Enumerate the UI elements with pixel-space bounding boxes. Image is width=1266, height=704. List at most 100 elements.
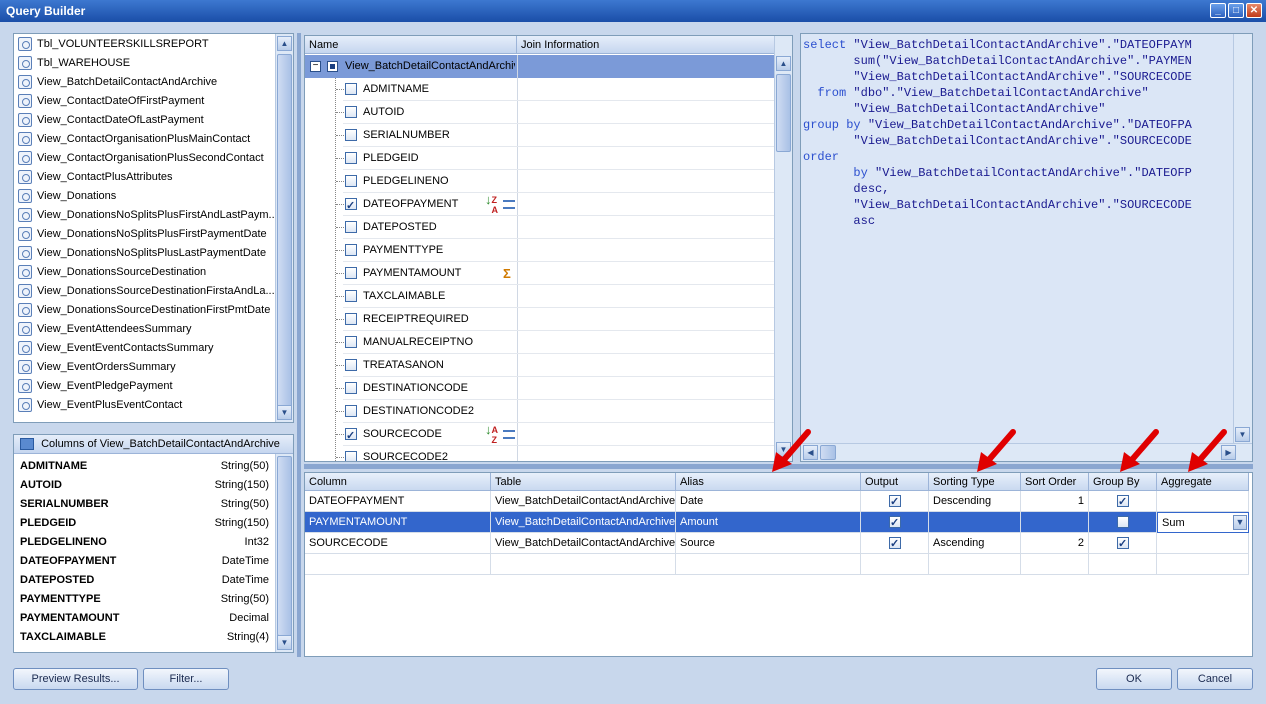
filter-button[interactable]: Filter... bbox=[143, 668, 229, 690]
grid-cell-alias[interactable]: Date bbox=[676, 491, 861, 512]
field-checkbox[interactable] bbox=[345, 451, 357, 461]
tree-header-name[interactable]: Name bbox=[305, 36, 517, 54]
table-list-item[interactable]: View_DonationsNoSplitsPlusFirstPaymentDa… bbox=[18, 225, 267, 244]
grid-cell-output[interactable] bbox=[861, 533, 929, 554]
field-checkbox[interactable] bbox=[345, 195, 357, 218]
grid-header[interactable]: Group By bbox=[1089, 473, 1157, 491]
grid-cell-table[interactable]: View_BatchDetailContactAndArchive bbox=[491, 512, 676, 533]
vertical-splitter[interactable] bbox=[297, 33, 301, 657]
field-checkbox[interactable] bbox=[345, 106, 357, 118]
grid-cell-table[interactable]: View_BatchDetailContactAndArchive bbox=[491, 491, 676, 512]
tree-field-row[interactable]: PAYMENTAMOUNT Σ bbox=[343, 262, 775, 285]
sql-hscrollbar[interactable]: ◀ ▶ bbox=[801, 443, 1252, 461]
grid-cell-sorting[interactable]: Ascending bbox=[929, 533, 1021, 554]
table-list-item[interactable]: View_ContactOrganisationPlusMainContact bbox=[18, 130, 250, 149]
tree-field-row[interactable]: PLEDGEID bbox=[343, 147, 775, 170]
field-checkbox[interactable] bbox=[345, 83, 357, 95]
sql-vscrollbar[interactable]: ▼ bbox=[1233, 34, 1252, 444]
grid-header[interactable]: Sorting Type bbox=[929, 473, 1021, 491]
grid-empty-cell[interactable] bbox=[491, 554, 676, 575]
fields-tree[interactable]: Name Join Information − View_BatchDetail… bbox=[304, 35, 793, 462]
table-list-item[interactable]: Tbl_VOLUNTEERSKILLSREPORT bbox=[18, 35, 209, 54]
tree-field-row[interactable]: ADMITNAME bbox=[343, 78, 775, 101]
grid-cell-output[interactable] bbox=[861, 491, 929, 512]
tables-scrollbar[interactable]: ▲ ▼ bbox=[275, 34, 293, 422]
table-list-item[interactable]: View_Donations bbox=[18, 187, 116, 206]
grid-header[interactable]: Alias bbox=[676, 473, 861, 491]
grid-cell-column[interactable]: SOURCECODE bbox=[305, 533, 491, 554]
grid-cell-group[interactable] bbox=[1089, 533, 1157, 554]
grid-empty-cell[interactable] bbox=[1021, 554, 1089, 575]
field-checkbox[interactable] bbox=[345, 129, 357, 141]
field-checkbox[interactable] bbox=[345, 405, 357, 417]
group-by-checkbox[interactable] bbox=[1117, 516, 1129, 528]
field-checkbox[interactable] bbox=[345, 221, 357, 233]
cancel-button[interactable]: Cancel bbox=[1177, 668, 1253, 690]
grid-cell-group[interactable] bbox=[1089, 491, 1157, 512]
scroll-down-icon[interactable]: ▼ bbox=[1235, 427, 1250, 442]
scroll-down-icon[interactable]: ▼ bbox=[277, 405, 292, 420]
field-checkbox[interactable] bbox=[345, 359, 357, 371]
grid-empty-cell[interactable] bbox=[1157, 554, 1249, 575]
field-checkbox[interactable] bbox=[345, 267, 357, 279]
grid-header[interactable]: Output bbox=[861, 473, 929, 491]
scroll-thumb[interactable] bbox=[277, 54, 292, 408]
tree-field-row[interactable]: DESTINATIONCODE bbox=[343, 377, 775, 400]
tree-field-row[interactable]: MANUALRECEIPTNO bbox=[343, 331, 775, 354]
tree-field-row[interactable]: PLEDGELINENO bbox=[343, 170, 775, 193]
grid-cell-aggregate[interactable] bbox=[1157, 491, 1249, 512]
chevron-down-icon[interactable]: ▼ bbox=[1233, 515, 1247, 530]
tree-field-row[interactable]: DATEOFPAYMENT ↓ZA bbox=[343, 193, 775, 218]
table-list-item[interactable]: View_ContactDateOfLastPayment bbox=[18, 111, 204, 130]
table-list-item[interactable]: View_EventOrdersSummary bbox=[18, 358, 176, 377]
maximize-icon[interactable]: □ bbox=[1228, 3, 1244, 18]
table-list-item[interactable]: View_EventAttendeesSummary bbox=[18, 320, 192, 339]
scroll-thumb[interactable] bbox=[776, 74, 791, 152]
table-list-item[interactable]: View_ContactDateOfFirstPayment bbox=[18, 92, 204, 111]
tree-field-row[interactable]: TAXCLAIMABLE bbox=[343, 285, 775, 308]
grid-cell-column[interactable]: DATEOFPAYMENT bbox=[305, 491, 491, 512]
close-icon[interactable]: ✕ bbox=[1246, 3, 1262, 18]
tree-field-row[interactable]: PAYMENTTYPE bbox=[343, 239, 775, 262]
field-checkbox[interactable] bbox=[345, 152, 357, 164]
ok-button[interactable]: OK bbox=[1096, 668, 1172, 690]
grid-header[interactable]: Table bbox=[491, 473, 676, 491]
grid-empty-cell[interactable] bbox=[305, 554, 491, 575]
column-row[interactable]: DATEOFPAYMENT DateTime bbox=[20, 552, 273, 571]
tree-field-row[interactable]: DATEPOSTED bbox=[343, 216, 775, 239]
grid-cell-aggregate[interactable] bbox=[1157, 533, 1249, 554]
column-row[interactable]: PLEDGELINENO Int32 bbox=[20, 533, 273, 552]
grid-cell-output[interactable] bbox=[861, 512, 929, 533]
group-by-checkbox[interactable] bbox=[1117, 492, 1129, 511]
grid-empty-cell[interactable] bbox=[676, 554, 861, 575]
tree-field-row[interactable]: RECEIPTREQUIRED bbox=[343, 308, 775, 331]
field-checkbox[interactable] bbox=[345, 425, 357, 448]
scroll-thumb[interactable] bbox=[820, 445, 836, 460]
column-row[interactable]: ADMITNAME String(50) bbox=[20, 457, 273, 476]
grid-cell-column[interactable]: PAYMENTAMOUNT bbox=[305, 512, 491, 533]
field-checkbox[interactable] bbox=[345, 290, 357, 302]
scroll-down-icon[interactable]: ▼ bbox=[277, 635, 292, 650]
column-row[interactable]: PLEDGEID String(150) bbox=[20, 514, 273, 533]
field-checkbox[interactable] bbox=[345, 244, 357, 256]
grid-empty-cell[interactable] bbox=[861, 554, 929, 575]
grid-cell-order[interactable] bbox=[1021, 512, 1089, 533]
column-row[interactable]: AUTOID String(150) bbox=[20, 476, 273, 495]
grid-cell-alias[interactable]: Source bbox=[676, 533, 861, 554]
column-row[interactable]: PAYMENTAMOUNT Decimal bbox=[20, 609, 273, 628]
collapse-icon[interactable]: − bbox=[310, 61, 321, 72]
tree-field-row[interactable]: AUTOID bbox=[343, 101, 775, 124]
tree-field-row[interactable]: SOURCECODE2 bbox=[343, 446, 775, 461]
table-list-item[interactable]: View_DonationsSourceDestination bbox=[18, 263, 206, 282]
table-list-item[interactable]: View_BatchDetailContactAndArchive bbox=[18, 73, 217, 92]
table-list-item[interactable]: View_EventPledgePayment bbox=[18, 377, 173, 396]
table-list-item[interactable]: View_EventPlusEventContact bbox=[18, 396, 182, 415]
grid-cell-sorting[interactable]: Descending bbox=[929, 491, 1021, 512]
field-checkbox[interactable] bbox=[345, 336, 357, 348]
grid-cell-order[interactable]: 1 bbox=[1021, 491, 1089, 512]
grid-header[interactable]: Column bbox=[305, 473, 491, 491]
grid-cell-aggregate[interactable]: Sum ▼ bbox=[1157, 512, 1249, 533]
tables-list[interactable]: Tbl_VOLUNTEERSKILLSREPORT Tbl_WAREHOUSE Vi… bbox=[13, 33, 294, 423]
table-list-item[interactable]: View_DonationsNoSplitsPlusFirstAndLastPa… bbox=[18, 206, 278, 225]
root-checkbox[interactable] bbox=[327, 61, 338, 72]
